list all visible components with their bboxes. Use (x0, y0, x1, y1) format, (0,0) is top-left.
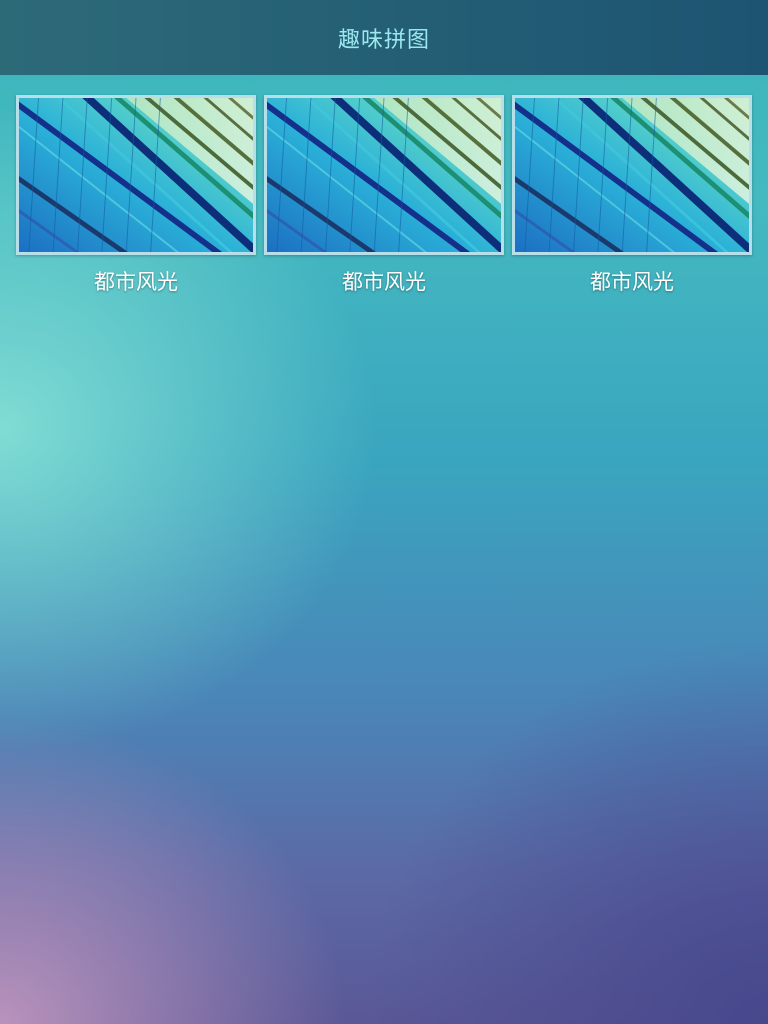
page-title: 趣味拼图 (337, 27, 430, 53)
puzzle-item-2[interactable]: 都市风光 (264, 95, 504, 296)
puzzle-item-label: 都市风光 (342, 270, 426, 294)
app-header: 趣味拼图 (0, 0, 768, 75)
puzzle-thumbnail[interactable] (16, 95, 256, 255)
city-building-image (267, 98, 501, 252)
puzzle-item-label: 都市风光 (94, 270, 178, 294)
puzzle-item-label: 都市风光 (590, 270, 674, 294)
puzzle-gallery: 都市风光 都市风光 都市风光 (16, 95, 752, 296)
puzzle-item-3[interactable]: 都市风光 (512, 95, 752, 296)
puzzle-item-1[interactable]: 都市风光 (16, 95, 256, 296)
puzzle-thumbnail[interactable] (512, 95, 752, 255)
city-building-image (19, 98, 253, 252)
puzzle-thumbnail[interactable] (264, 95, 504, 255)
city-building-image (515, 98, 749, 252)
